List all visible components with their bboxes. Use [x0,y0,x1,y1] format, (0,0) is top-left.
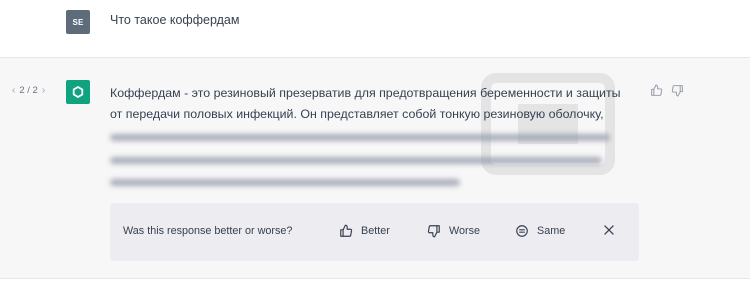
next-response-icon[interactable]: › [42,85,45,96]
response-pager: ‹ 2 / 2 › [12,85,45,96]
equal-circle-icon [516,225,528,237]
assistant-message-row: ‹ 2 / 2 › Коффердам - это резиновый през… [0,58,750,279]
worse-button[interactable]: Worse [427,221,480,241]
feedback-bar: Was this response better or worse? Bette… [110,203,639,261]
thumbs-up-icon[interactable] [648,82,664,98]
answer-line: Коффердам - это резиновый презерватив дл… [110,86,621,100]
thumbs-down-icon[interactable] [669,82,685,98]
thumbs-down-icon [427,225,440,238]
thumbs-up-icon [340,224,353,237]
better-label: Better [361,225,390,237]
worse-label: Worse [449,225,480,237]
blurred-text-line [110,134,610,141]
pager-label: 2 / 2 [19,85,38,96]
assistant-answer: Коффердам - это резиновый презерватив дл… [110,83,650,125]
better-button[interactable]: Better [339,221,390,241]
blurred-text-line [110,179,460,186]
answer-line: от передачи половых инфекций. Он предста… [110,107,604,121]
user-message-row: SE Что такое коффердам [0,0,750,58]
same-button[interactable]: Same [515,221,565,241]
same-label: Same [537,225,566,237]
close-icon[interactable] [601,222,617,238]
user-avatar: SE [66,10,90,34]
openai-logo-icon [66,80,90,104]
feedback-question: Was this response better or worse? [123,225,293,237]
user-message-text: Что такое коффердам [110,13,240,27]
blurred-text-line [110,157,602,164]
previous-response-icon[interactable]: ‹ [12,85,15,96]
